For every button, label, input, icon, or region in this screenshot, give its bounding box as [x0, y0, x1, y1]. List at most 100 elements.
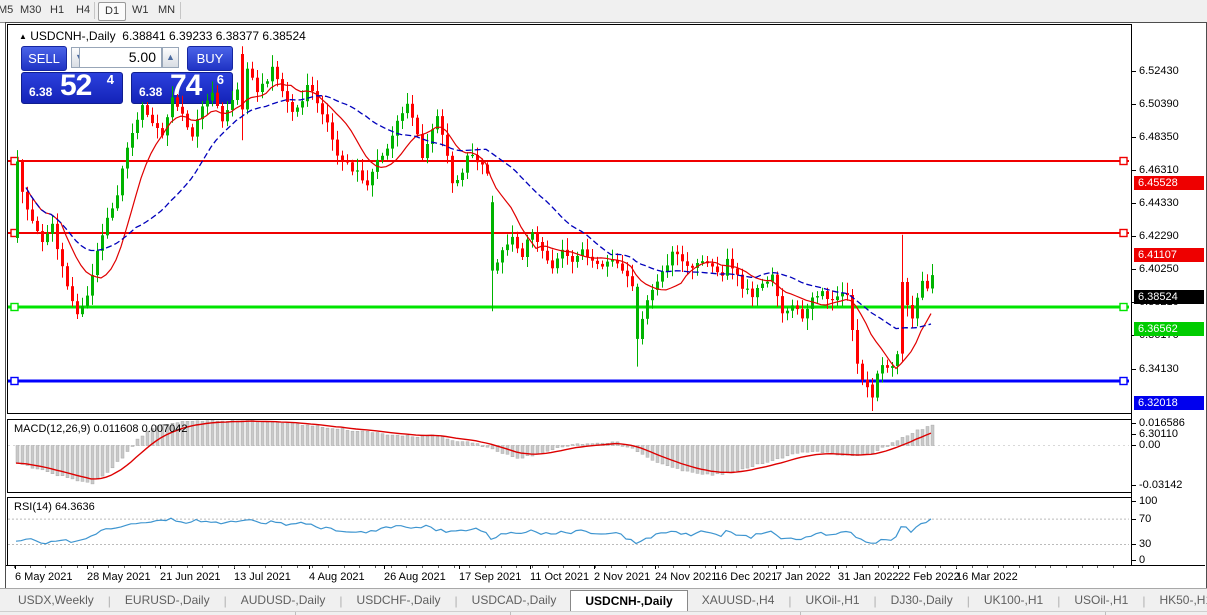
- price-axis[interactable]: 6.52430 6.50390 6.48350 6.46310 6.44330 6.422…: [1131, 24, 1206, 566]
- macd-pane[interactable]: MACD(12,26,9) 0.011608 0.007042: [7, 419, 1132, 493]
- price-level-label: 6.45528: [1134, 176, 1204, 190]
- macd-label: MACD(12,26,9) 0.011608 0.007042: [14, 423, 188, 435]
- minor-tick: [501, 566, 502, 568]
- timeframe-button-d1[interactable]: D1: [98, 2, 127, 21]
- axis-tick: [1132, 544, 1136, 545]
- chart-tab-usdcad-daily[interactable]: USDCAD-,Daily: [458, 590, 571, 611]
- price-tick-label: 6.34130: [1139, 363, 1179, 375]
- minor-tick: [925, 566, 926, 568]
- timeframe-button-mn[interactable]: MN: [152, 2, 181, 19]
- chart-tab-xauusd-h4[interactable]: XAUUSD-,H4: [688, 590, 789, 611]
- status-strip: [0, 611, 1207, 615]
- minor-tick: [438, 566, 439, 568]
- price-level-label: 6.38524: [1134, 290, 1204, 304]
- minor-tick: [359, 566, 360, 568]
- price-pane[interactable]: ▲ USDCNH-,Daily 6.38841 6.39233 6.38377 …: [7, 24, 1132, 414]
- axis-tick: [1132, 203, 1136, 204]
- minor-tick: [579, 566, 580, 568]
- timeframe-button-h4[interactable]: H4: [70, 2, 96, 19]
- date-tick-label: 31 Jan 2022: [838, 571, 899, 583]
- minor-tick: [736, 566, 737, 568]
- date-tick-label: 2 Nov 2021: [594, 571, 651, 583]
- minor-tick: [1050, 566, 1051, 568]
- rsi-tick-label: 100: [1139, 495, 1158, 507]
- minor-tick: [422, 566, 423, 568]
- minor-tick: [485, 566, 486, 568]
- minor-tick: [705, 566, 706, 568]
- axis-tick: [1132, 445, 1136, 446]
- date-tick-label: 26 Aug 2021: [384, 571, 446, 583]
- chart-tab-audusd-daily[interactable]: AUDUSD-,Daily: [227, 590, 340, 611]
- minor-tick: [516, 566, 517, 568]
- minor-tick: [909, 566, 910, 568]
- timeframe-button-m30[interactable]: M30: [14, 2, 47, 19]
- minor-tick: [249, 566, 250, 568]
- axis-tick: [1132, 434, 1136, 435]
- date-tick: [15, 566, 16, 569]
- minor-tick: [893, 566, 894, 568]
- chart-tab-hk50-h1[interactable]: HK50-,H1: [1145, 590, 1207, 611]
- minor-tick: [768, 566, 769, 568]
- date-tick-label: 24 Nov 2021: [655, 571, 718, 583]
- minor-tick: [1003, 566, 1004, 568]
- chart-tab-dj30-daily[interactable]: DJ30-,Daily: [877, 590, 967, 611]
- timeframe-button-w1[interactable]: W1: [126, 2, 155, 19]
- minor-tick: [375, 566, 376, 568]
- price-level-label: 6.41107: [1134, 248, 1204, 262]
- minor-tick: [611, 566, 612, 568]
- axis-tick: [1132, 104, 1136, 105]
- minor-tick: [799, 566, 800, 568]
- date-tick: [898, 566, 899, 569]
- axis-tick: [1132, 369, 1136, 370]
- minor-tick: [689, 566, 690, 568]
- axis-tick: [1132, 137, 1136, 138]
- date-tick-label: 13 Jul 2021: [234, 571, 291, 583]
- chart-tab-eurusd-daily[interactable]: EURUSD-,Daily: [111, 590, 224, 611]
- date-tick-label: 4 Aug 2021: [309, 571, 365, 583]
- minor-tick: [328, 566, 329, 568]
- rsi-label: RSI(14) 64.3636: [14, 501, 95, 513]
- toolbar-separator: [180, 2, 181, 19]
- price-tick-label: 6.44330: [1139, 197, 1179, 209]
- date-tick: [715, 566, 716, 569]
- chart-tab-ukoil-h1[interactable]: UKOil-,H1: [792, 590, 874, 611]
- axis-tick: [1132, 170, 1136, 171]
- price-tick-label: 6.50390: [1139, 98, 1179, 110]
- date-tick: [776, 566, 777, 569]
- date-tick: [87, 566, 88, 569]
- timeframe-button-h1[interactable]: H1: [44, 2, 70, 19]
- price-level-label: 6.36562: [1134, 322, 1204, 336]
- toolbar-separator: [94, 2, 95, 19]
- rsi-tick-label: 30: [1139, 538, 1152, 550]
- date-tick: [160, 566, 161, 569]
- minor-tick: [532, 566, 533, 568]
- minor-tick: [673, 566, 674, 568]
- mt4-terminal: M5M30H1H4D1W1MN ▲ USDCNH-,Daily 6.38841 …: [0, 0, 1207, 615]
- minor-tick: [124, 566, 125, 568]
- minor-tick: [642, 566, 643, 568]
- chart-tab-usdx-weekly[interactable]: USDX,Weekly: [4, 590, 108, 611]
- minor-tick: [658, 566, 659, 568]
- minor-tick: [297, 566, 298, 568]
- date-axis[interactable]: 6 May 2021 28 May 2021 21 Jun 2021 13 Jul 2…: [6, 565, 1205, 589]
- price-tick-label: 6.52430: [1139, 65, 1179, 77]
- chart-tab-usoil-h1[interactable]: USOil-,H1: [1060, 590, 1142, 611]
- minor-tick: [14, 566, 15, 568]
- chart-tab-usdcnh-daily[interactable]: USDCNH-,Daily: [570, 589, 688, 612]
- chart-tab-usdchf-daily[interactable]: USDCHF-,Daily: [343, 590, 455, 611]
- macd-tick-label: -0.03142: [1139, 479, 1183, 491]
- axis-tick: [1132, 519, 1136, 520]
- chart-tab-bar: USDX,Weekly | EURUSD-,Daily | AUDUSD-,Daily |…: [0, 588, 1207, 612]
- minor-tick: [626, 566, 627, 568]
- axis-tick: [1132, 501, 1136, 502]
- minor-tick: [30, 566, 31, 568]
- rsi-pane[interactable]: RSI(14) 64.3636: [7, 497, 1132, 566]
- candlestick-chart[interactable]: [8, 25, 1129, 411]
- price-tick-label: 6.46310: [1139, 164, 1179, 176]
- minor-tick: [862, 566, 863, 568]
- chart-tab-uk100-h1[interactable]: UK100-,H1: [970, 590, 1057, 611]
- minor-tick: [391, 566, 392, 568]
- price-tick-label: 6.48350: [1139, 131, 1179, 143]
- minor-tick: [454, 566, 455, 568]
- date-tick: [655, 566, 656, 569]
